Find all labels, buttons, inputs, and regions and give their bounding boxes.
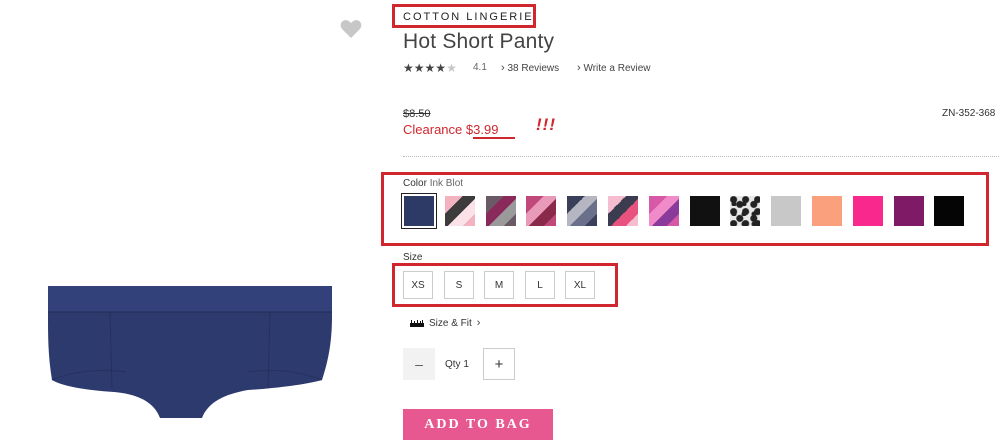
size-fit-link[interactable]: Size & Fit › <box>410 317 480 329</box>
color-label-text: Color <box>403 178 427 189</box>
product-image <box>48 286 332 418</box>
size-label: Size <box>403 252 423 263</box>
product-title: Hot Short Panty <box>403 30 555 53</box>
color-swatch-black[interactable] <box>934 196 965 226</box>
annotation-underline <box>473 137 515 139</box>
rating-value: 4.1 <box>473 62 487 73</box>
chevron-right-icon: › <box>476 317 481 329</box>
star-icon: ★ <box>424 61 436 75</box>
sku: ZN-352-368 <box>942 108 996 119</box>
color-swatch-geo-pink[interactable] <box>608 196 638 226</box>
quantity-display: Qty 1 <box>445 359 469 370</box>
size-option-s[interactable]: S <box>444 271 474 299</box>
size-fit-label: Size & Fit <box>429 317 472 329</box>
clearance-label: Clearance <box>403 122 463 137</box>
color-swatch-hot-pink[interactable] <box>852 196 883 226</box>
ruler-icon <box>410 319 424 327</box>
annotation-exclamation: !!! <box>536 115 556 134</box>
star-icon: ★ <box>435 61 447 75</box>
quantity-value: 1 <box>463 359 469 370</box>
size-option-m[interactable]: M <box>484 271 514 299</box>
clearance-amount: $3.99 <box>465 122 499 137</box>
write-review-label: Write a Review <box>583 63 651 74</box>
color-swatch-navy[interactable] <box>401 193 437 229</box>
reviews-link-label: 38 Reviews <box>507 63 560 74</box>
color-swatch-purple-lace[interactable] <box>485 196 516 226</box>
quantity-decrease-button[interactable]: – <box>403 348 435 380</box>
color-label: Color Ink Blot <box>403 178 463 189</box>
clearance-price: Clearance $3.99 <box>403 122 498 137</box>
heart-icon[interactable] <box>339 17 363 41</box>
collection-label[interactable]: COTTON LINGERIE <box>403 11 534 23</box>
color-swatch-pink-floral[interactable] <box>526 196 557 226</box>
color-swatch-peach[interactable] <box>812 196 842 226</box>
quantity-label: Qty <box>445 359 461 370</box>
star-icon: ★ <box>446 61 457 75</box>
write-review-link[interactable]: › Write a Review <box>577 62 651 74</box>
size-option-l[interactable]: L <box>525 271 555 299</box>
size-option-xl[interactable]: XL <box>565 271 595 299</box>
color-swatch-pink-camo[interactable] <box>444 196 475 226</box>
color-swatch-berry[interactable] <box>893 196 924 226</box>
color-swatch-leopard[interactable] <box>730 196 761 226</box>
size-option-xs[interactable]: XS <box>403 271 433 299</box>
reviews-link[interactable]: › 38 Reviews <box>501 62 559 74</box>
rating-stars: ★★★★★ <box>403 61 457 75</box>
color-swatch-grey-lace-stripe[interactable] <box>567 196 598 226</box>
color-swatch-geo-purple[interactable] <box>648 196 679 226</box>
quantity-increase-button[interactable]: + <box>483 348 515 380</box>
divider <box>403 156 999 157</box>
star-icon: ★ <box>413 61 425 75</box>
original-price: $8.50 <box>403 108 431 120</box>
color-swatch-black-dot[interactable] <box>689 196 720 226</box>
color-selected-name: Ink Blot <box>429 178 464 189</box>
chevron-right-icon: › <box>501 62 505 74</box>
add-to-bag-button[interactable]: ADD TO BAG <box>403 409 553 440</box>
color-swatch-heather-grey[interactable] <box>771 196 802 226</box>
star-icon: ★ <box>403 61 414 75</box>
chevron-right-icon: › <box>577 62 581 74</box>
